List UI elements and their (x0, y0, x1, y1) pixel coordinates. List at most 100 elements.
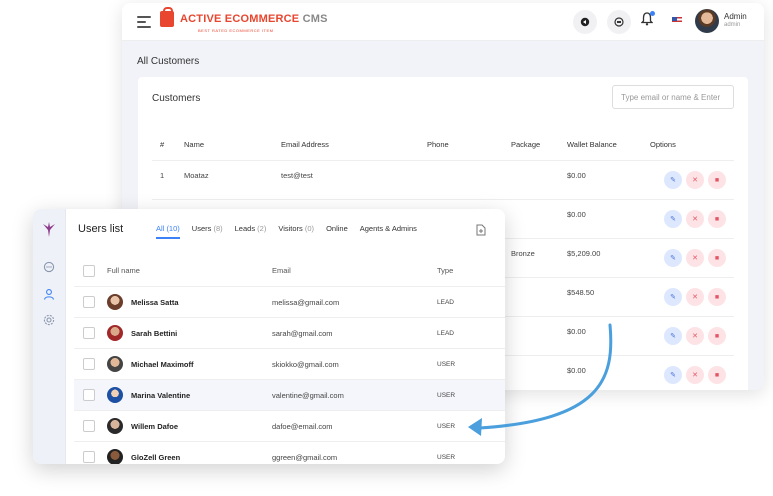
bird-logo-icon[interactable] (42, 222, 56, 237)
select-all-checkbox[interactable] (83, 265, 95, 277)
user-name: GloZell Green (131, 453, 181, 462)
list-item[interactable]: Marina Valentine valentine@gmail.com USE… (74, 379, 505, 410)
brand-title: ACTIVE ECOMMERCE (180, 13, 300, 25)
trash-icon[interactable]: ■ (708, 288, 726, 306)
shopping-bag-icon (160, 7, 174, 27)
row-checkbox[interactable] (83, 389, 95, 401)
notification-dot (650, 11, 655, 16)
list-item[interactable]: GloZell Green ggreen@gmail.com USER (74, 441, 505, 464)
avatar (107, 325, 123, 341)
list-item[interactable]: Melissa Satta melissa@gmail.com LEAD (74, 286, 505, 317)
user-icon[interactable] (42, 287, 56, 301)
users-list-title: Users list (78, 223, 124, 235)
edit-icon[interactable]: ✎ (664, 366, 682, 384)
tab-agents-admins[interactable]: Agents & Admins (360, 224, 417, 233)
list-item[interactable]: Sarah Bettini sarah@gmail.com LEAD (74, 317, 505, 348)
us-flag-icon[interactable] (672, 17, 682, 24)
row-options: ✎ ✕ ■ (664, 171, 726, 189)
ban-icon[interactable]: ✕ (686, 366, 704, 384)
support-icon[interactable] (607, 10, 631, 34)
trash-icon[interactable]: ■ (708, 249, 726, 267)
tab-leads[interactable]: Leads (2) (235, 224, 267, 233)
ban-icon[interactable]: ✕ (686, 327, 704, 345)
chat-icon[interactable] (42, 260, 56, 274)
ban-icon[interactable]: ✕ (686, 288, 704, 306)
row-checkbox[interactable] (83, 296, 95, 308)
trash-icon[interactable]: ■ (708, 171, 726, 189)
brand-logo[interactable]: ACTIVE ECOMMERCE CMS (160, 7, 328, 27)
add-user-icon[interactable] (476, 223, 486, 241)
user-type: USER (437, 423, 456, 430)
trash-icon[interactable]: ■ (708, 366, 726, 384)
card-title: Customers (152, 93, 201, 104)
column-header-name: Name (184, 140, 205, 149)
column-header-phone: Phone (427, 140, 449, 149)
tab-label: Agents & Admins (359, 224, 417, 233)
user-type: USER (437, 392, 456, 399)
users-list-window: Users list All (10) Users (8) Leads (2) … (33, 209, 505, 464)
list-item[interactable]: Michael Maximoff skiokko@gmail.com USER (74, 348, 505, 379)
sidebar (33, 209, 66, 464)
ban-icon[interactable]: ✕ (686, 171, 704, 189)
table-row: 1 Moataz test@test $0.00 ✎ ✕ ■ (152, 160, 734, 199)
user-email: valentine@gmail.com (272, 391, 344, 400)
column-header-email: Email (272, 266, 291, 275)
search-input[interactable] (612, 85, 734, 109)
wallet-balance: $0.00 (567, 210, 586, 219)
row-options: ✎ ✕ ■ (664, 249, 726, 267)
row-checkbox[interactable] (83, 420, 95, 432)
user-email: melissa@gmail.com (272, 298, 340, 307)
user-name: Melissa Satta (131, 298, 179, 307)
column-header-email: Email Address (281, 140, 329, 149)
tab-all[interactable]: All (10) (156, 224, 180, 239)
tab-count: (0) (304, 224, 315, 233)
ban-icon[interactable]: ✕ (686, 210, 704, 228)
globe-icon[interactable] (573, 10, 597, 34)
row-checkbox[interactable] (83, 327, 95, 339)
column-header-package: Package (511, 140, 541, 149)
admin-avatar[interactable] (695, 9, 719, 33)
tab-visitors[interactable]: Visitors (0) (278, 224, 314, 233)
edit-icon[interactable]: ✎ (664, 249, 682, 267)
wallet-balance: $548.50 (567, 288, 595, 297)
brand-title-cms: CMS (302, 13, 328, 25)
column-header-options: Options (650, 140, 676, 149)
user-email: ggreen@gmail.com (272, 453, 338, 462)
wallet-balance: $0.00 (567, 171, 586, 180)
edit-icon[interactable]: ✎ (664, 288, 682, 306)
edit-icon[interactable]: ✎ (664, 210, 682, 228)
tab-count: (8) (213, 224, 223, 233)
ban-icon[interactable]: ✕ (686, 249, 704, 267)
edit-icon[interactable]: ✎ (664, 171, 682, 189)
customer-package: Bronze (511, 249, 535, 258)
menu-icon[interactable] (137, 16, 151, 28)
tab-label: Online (326, 224, 348, 233)
list-item[interactable]: Willem Dafoe dafoe@email.com USER (74, 410, 505, 441)
customer-email: test@test (281, 171, 313, 180)
tab-online[interactable]: Online (326, 224, 348, 233)
settings-gear-icon[interactable] (42, 313, 56, 327)
row-checkbox[interactable] (83, 451, 95, 463)
trash-icon[interactable]: ■ (708, 327, 726, 345)
column-header-number: # (160, 140, 165, 149)
row-checkbox[interactable] (83, 358, 95, 370)
column-header-type: Type (437, 266, 454, 275)
avatar (107, 418, 123, 434)
admin-name[interactable]: Admin (724, 12, 747, 21)
tab-label: Users (191, 224, 212, 233)
trash-icon[interactable]: ■ (708, 210, 726, 228)
avatar (107, 387, 123, 403)
tab-users[interactable]: Users (8) (192, 224, 223, 233)
user-type: USER (437, 454, 456, 461)
tab-label: All (156, 224, 165, 233)
customer-name: Moataz (184, 171, 209, 180)
column-header-full-name: Full name (107, 266, 140, 275)
row-options: ✎ ✕ ■ (664, 327, 726, 345)
notification-bell-icon[interactable] (640, 11, 655, 29)
row-options: ✎ ✕ ■ (664, 210, 726, 228)
admin-role: admin (724, 22, 741, 28)
tab-label: Leads (234, 224, 256, 233)
edit-icon[interactable]: ✎ (664, 327, 682, 345)
avatar (107, 449, 123, 464)
row-number: 1 (160, 171, 165, 180)
